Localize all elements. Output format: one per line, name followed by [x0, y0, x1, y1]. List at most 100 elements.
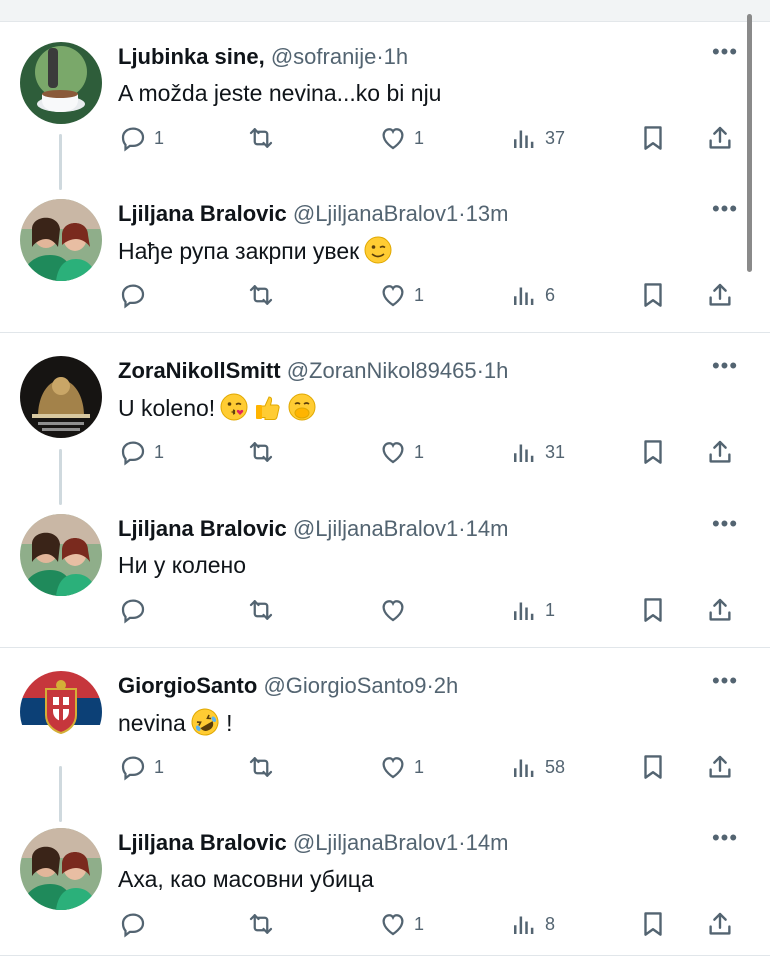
display-name[interactable]: Ljiljana Bralovic: [118, 201, 287, 226]
display-name[interactable]: ZoraNikollSmitt: [118, 358, 281, 383]
repost-button[interactable]: [246, 747, 282, 787]
like-button[interactable]: 1: [378, 275, 424, 315]
display-name[interactable]: Ljubinka sine,: [118, 44, 265, 69]
separator-dot: ·: [458, 516, 466, 541]
user-handle[interactable]: @GiorgioSanto9: [263, 673, 426, 698]
tweet[interactable]: Ljiljana Bralovic @LjiljanaBralov1·13m •…: [0, 198, 770, 349]
more-options-button[interactable]: •••: [708, 355, 742, 384]
avatar[interactable]: [20, 514, 102, 596]
avatar[interactable]: [20, 671, 102, 753]
reply-count: 1: [154, 442, 165, 462]
repost-button[interactable]: [246, 275, 282, 315]
avatar[interactable]: [20, 199, 102, 281]
views-button[interactable]: 1: [509, 590, 555, 630]
repost-icon: [246, 123, 276, 153]
like-button[interactable]: 1: [378, 747, 424, 787]
timestamp[interactable]: 1h: [484, 358, 508, 383]
like-button[interactable]: 1: [378, 904, 424, 944]
timestamp[interactable]: 14m: [466, 830, 509, 855]
like-button[interactable]: 1: [378, 118, 424, 158]
user-handle[interactable]: @LjiljanaBralov1: [293, 830, 458, 855]
more-options-button[interactable]: •••: [708, 198, 742, 227]
tweet[interactable]: GiorgioSanto @GiorgioSanto9·2h ••• nevin…: [0, 670, 770, 821]
share-button[interactable]: [705, 432, 735, 472]
user-handle[interactable]: @sofranije: [271, 44, 377, 69]
reply-button[interactable]: [118, 275, 154, 315]
heart-icon: [378, 595, 408, 625]
reply-button[interactable]: [118, 590, 154, 630]
reply-button[interactable]: 1: [118, 432, 164, 472]
heart-icon: [378, 909, 408, 939]
reply-icon: [118, 752, 148, 782]
bookmark-button[interactable]: [638, 747, 668, 787]
winking-face-emoji-icon: [364, 236, 392, 264]
avatar[interactable]: [20, 356, 102, 438]
repost-icon: [246, 752, 276, 782]
more-dots-icon: •••: [711, 825, 739, 850]
timestamp[interactable]: 2h: [434, 673, 458, 698]
share-button[interactable]: [705, 747, 735, 787]
bookmark-button[interactable]: [638, 590, 668, 630]
views-button[interactable]: 6: [509, 275, 555, 315]
timestamp[interactable]: 14m: [466, 516, 509, 541]
share-button[interactable]: [705, 590, 735, 630]
tweet-header: Ljiljana Bralovic @LjiljanaBralov1·13m: [118, 200, 508, 228]
tweet[interactable]: Ljiljana Bralovic @LjiljanaBralov1·14m •…: [0, 513, 770, 664]
avatar[interactable]: [20, 42, 102, 124]
avatar[interactable]: [20, 828, 102, 910]
more-options-button[interactable]: •••: [708, 825, 742, 856]
repost-button[interactable]: [246, 118, 282, 158]
reply-icon: [118, 123, 148, 153]
more-options-button[interactable]: •••: [708, 670, 742, 699]
like-button[interactable]: 1: [378, 432, 424, 472]
views-button[interactable]: 58: [509, 747, 565, 787]
views-button[interactable]: 8: [509, 904, 555, 944]
display-name[interactable]: Ljiljana Bralovic: [118, 516, 287, 541]
share-button[interactable]: [705, 118, 735, 158]
reply-count: 1: [154, 757, 165, 777]
share-button[interactable]: [705, 904, 735, 944]
tweet[interactable]: ZoraNikollSmitt @ZoranNikol89465·1h ••• …: [0, 355, 770, 506]
tweet[interactable]: Ljubinka sine, @sofranije·1h ••• A možda…: [0, 39, 770, 192]
two-women-avatar-icon: [20, 514, 102, 596]
bookmark-icon: [638, 909, 668, 939]
more-dots-icon: •••: [711, 39, 739, 64]
share-button[interactable]: [705, 275, 735, 315]
bookmark-icon: [638, 280, 668, 310]
views-bar-chart-icon: [509, 595, 539, 625]
thumbs-up-emoji-icon: [256, 396, 280, 420]
views-count: 8: [545, 914, 556, 934]
timestamp[interactable]: 13m: [466, 201, 509, 226]
views-button[interactable]: 31: [509, 432, 565, 472]
views-bar-chart-icon: [509, 123, 539, 153]
reply-button[interactable]: 1: [118, 747, 164, 787]
reply-button[interactable]: [118, 904, 154, 944]
repost-button[interactable]: [246, 904, 282, 944]
two-women-avatar-icon: [20, 199, 102, 281]
tweet-text: Ни у колено: [118, 550, 246, 580]
user-handle[interactable]: @LjiljanaBralov1: [293, 516, 458, 541]
bookmark-button[interactable]: [638, 118, 668, 158]
timestamp[interactable]: 1h: [384, 44, 408, 69]
share-icon: [705, 123, 735, 153]
more-options-button[interactable]: •••: [708, 513, 742, 542]
user-handle[interactable]: @LjiljanaBralov1: [293, 201, 458, 226]
repost-icon: [246, 280, 276, 310]
views-button[interactable]: 37: [509, 118, 565, 158]
bookmark-button[interactable]: [638, 904, 668, 944]
heart-icon: [378, 123, 408, 153]
like-button[interactable]: [378, 590, 414, 630]
bookmark-button[interactable]: [638, 432, 668, 472]
more-options-button[interactable]: •••: [708, 39, 742, 70]
tweet[interactable]: Ljiljana Bralovic @LjiljanaBralov1·14m •…: [0, 825, 770, 963]
display-name[interactable]: GiorgioSanto: [118, 673, 257, 698]
repost-button[interactable]: [246, 432, 282, 472]
bookmark-icon: [638, 437, 668, 467]
user-handle[interactable]: @ZoranNikol89465: [287, 358, 477, 383]
repost-button[interactable]: [246, 590, 282, 630]
views-bar-chart-icon: [509, 280, 539, 310]
tweet-text-body: Аха, као масовни убица: [118, 866, 374, 892]
reply-button[interactable]: 1: [118, 118, 164, 158]
bookmark-button[interactable]: [638, 275, 668, 315]
display-name[interactable]: Ljiljana Bralovic: [118, 830, 287, 855]
